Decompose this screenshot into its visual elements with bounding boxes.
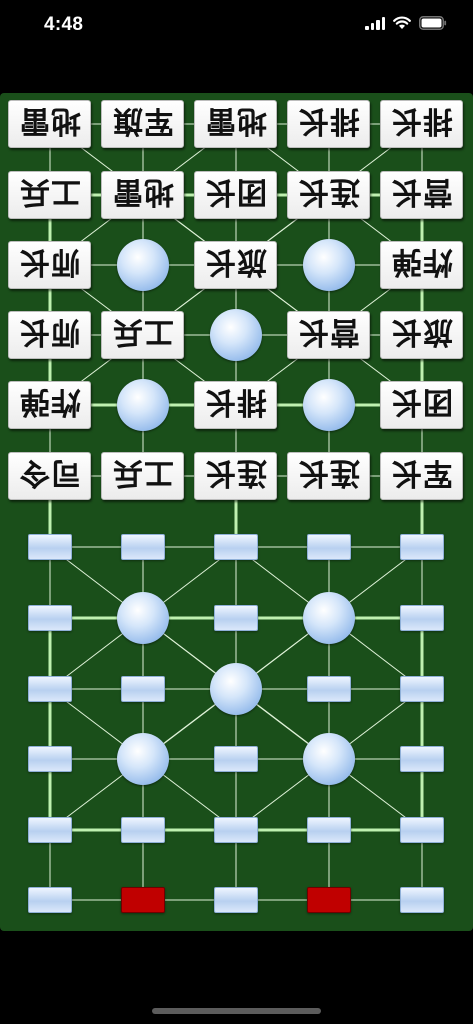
opponent-piece-label: 连长: [297, 455, 360, 490]
opponent-piece[interactable]: 炸弹: [8, 381, 91, 429]
opponent-piece[interactable]: 营长: [287, 311, 370, 359]
opponent-camp[interactable]: [117, 239, 169, 291]
opponent-piece-label: 排长: [204, 384, 267, 419]
station-slot[interactable]: [28, 676, 72, 702]
opponent-camp[interactable]: [210, 309, 262, 361]
opponent-piece[interactable]: 师长: [8, 241, 91, 289]
camp[interactable]: [117, 733, 169, 785]
opponent-piece[interactable]: 地雷: [194, 100, 277, 148]
opponent-piece[interactable]: 排长: [380, 100, 463, 148]
station-slot[interactable]: [400, 676, 444, 702]
station-slot[interactable]: [400, 887, 444, 913]
opponent-camp[interactable]: [303, 379, 355, 431]
opponent-piece[interactable]: 营长: [380, 171, 463, 219]
opponent-piece-label: 排长: [297, 103, 360, 138]
opponent-piece[interactable]: 司令: [8, 452, 91, 500]
opponent-piece-label: 连长: [297, 174, 360, 209]
station-slot[interactable]: [400, 534, 444, 560]
station-slot[interactable]: [121, 534, 165, 560]
station-slot[interactable]: [28, 887, 72, 913]
opponent-piece-label: 工兵: [18, 174, 81, 209]
opponent-piece-label: 营长: [297, 314, 360, 349]
station-slot[interactable]: [214, 605, 258, 631]
opponent-camp[interactable]: [117, 379, 169, 431]
home-indicator: [152, 1008, 321, 1014]
opponent-piece-label: 师长: [18, 244, 81, 279]
opponent-piece-label: 炸弹: [390, 244, 453, 279]
station-slot[interactable]: [400, 605, 444, 631]
opponent-piece[interactable]: 师长: [8, 311, 91, 359]
camp[interactable]: [210, 663, 262, 715]
opponent-piece-label: 司令: [18, 455, 81, 490]
opponent-piece[interactable]: 军旗: [101, 100, 184, 148]
station-slot[interactable]: [121, 817, 165, 843]
opponent-piece-label: 团长: [390, 384, 453, 419]
opponent-piece[interactable]: 旅长: [194, 241, 277, 289]
opponent-piece[interactable]: 工兵: [101, 311, 184, 359]
opponent-piece[interactable]: 旅长: [380, 311, 463, 359]
opponent-piece[interactable]: 地雷: [101, 171, 184, 219]
camp[interactable]: [117, 592, 169, 644]
opponent-piece[interactable]: 连长: [194, 452, 277, 500]
opponent-piece[interactable]: 工兵: [101, 452, 184, 500]
opponent-piece[interactable]: 团长: [380, 381, 463, 429]
station-slot[interactable]: [214, 534, 258, 560]
game-board: 地雷 军旗 地雷 排长 排长 工兵 地雷 团长 连长 营长 师长 旅长 炸弹 师长 工兵 营长 旅长 炸弹 排长 团长…: [0, 93, 473, 931]
opponent-piece[interactable]: 排长: [287, 100, 370, 148]
opponent-piece-label: 旅长: [204, 244, 267, 279]
camp[interactable]: [303, 592, 355, 644]
opponent-piece[interactable]: 工兵: [8, 171, 91, 219]
status-time: 4:48: [44, 14, 84, 35]
opponent-piece-label: 工兵: [111, 314, 174, 349]
station-slot[interactable]: [28, 817, 72, 843]
headquarters-slot[interactable]: [121, 887, 165, 913]
wifi-icon: [393, 16, 411, 29]
battery-icon: [419, 16, 447, 30]
opponent-piece-label: 军长: [390, 455, 453, 490]
station-slot[interactable]: [307, 534, 351, 560]
station-slot[interactable]: [214, 887, 258, 913]
opponent-piece[interactable]: 排长: [194, 381, 277, 429]
opponent-piece-label: 炸弹: [18, 384, 81, 419]
opponent-piece-label: 团长: [204, 174, 267, 209]
opponent-piece-label: 排长: [390, 103, 453, 138]
station-slot[interactable]: [307, 676, 351, 702]
opponent-piece-label: 营长: [390, 174, 453, 209]
opponent-piece[interactable]: 连长: [287, 171, 370, 219]
opponent-piece[interactable]: 地雷: [8, 100, 91, 148]
station-slot[interactable]: [400, 746, 444, 772]
opponent-piece[interactable]: 军长: [380, 452, 463, 500]
signal-icon: [365, 16, 385, 30]
station-slot[interactable]: [307, 817, 351, 843]
opponent-piece[interactable]: 连长: [287, 452, 370, 500]
opponent-piece-label: 军旗: [111, 103, 174, 138]
station-slot[interactable]: [400, 817, 444, 843]
station-slot[interactable]: [214, 817, 258, 843]
station-slot[interactable]: [28, 534, 72, 560]
opponent-piece-label: 地雷: [111, 174, 174, 209]
station-slot[interactable]: [214, 746, 258, 772]
opponent-piece-label: 连长: [204, 455, 267, 490]
opponent-piece-label: 旅长: [390, 314, 453, 349]
status-icons: [365, 16, 447, 30]
camp[interactable]: [303, 733, 355, 785]
opponent-piece-label: 地雷: [18, 103, 81, 138]
opponent-piece[interactable]: 团长: [194, 171, 277, 219]
station-slot[interactable]: [121, 676, 165, 702]
headquarters-slot[interactable]: [307, 887, 351, 913]
opponent-piece-label: 工兵: [111, 455, 174, 490]
station-slot[interactable]: [28, 746, 72, 772]
opponent-piece-label: 师长: [18, 314, 81, 349]
station-slot[interactable]: [28, 605, 72, 631]
opponent-camp[interactable]: [303, 239, 355, 291]
status-bar: 4:48: [0, 0, 473, 54]
opponent-piece[interactable]: 炸弹: [380, 241, 463, 289]
opponent-piece-label: 地雷: [204, 103, 267, 138]
